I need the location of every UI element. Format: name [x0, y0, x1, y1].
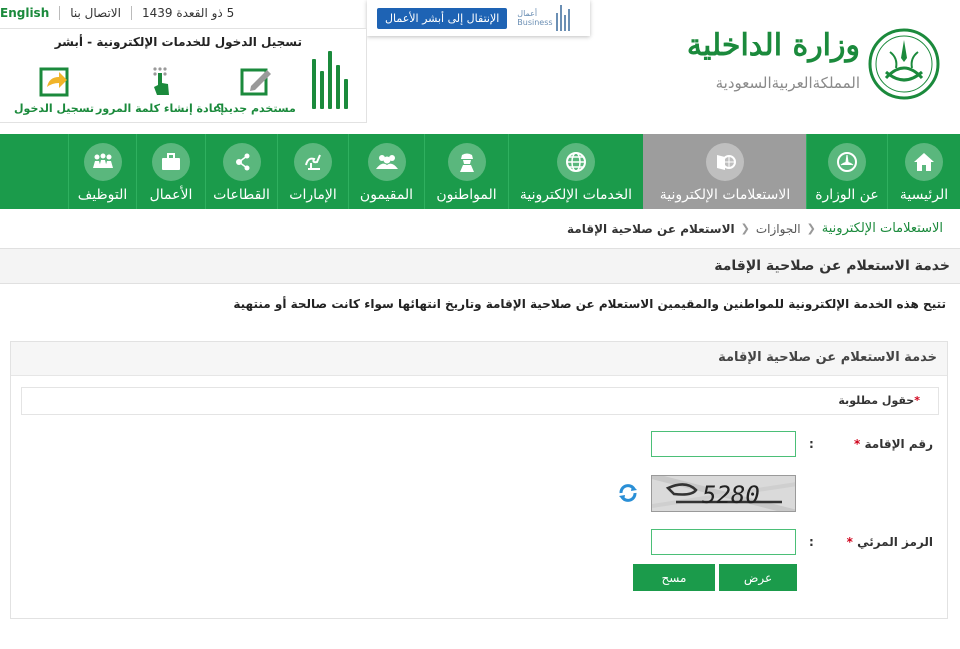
citizen-icon	[459, 153, 474, 172]
employment-icon	[92, 153, 113, 168]
language-switch-link[interactable]: English	[0, 6, 59, 20]
home-icon	[914, 153, 934, 171]
nav-item-employment[interactable]: التوظيف	[68, 134, 136, 209]
globe-icon	[566, 152, 586, 172]
label-colon: :	[809, 535, 814, 549]
login-panel-title: تسجيل الدخول للخدمات الإلكترونية - أبشر	[54, 35, 302, 49]
nav-label: عن الوزارة	[815, 187, 879, 203]
service-description: تتيح هذه الخدمة الإلكترونية للمواطنين وا…	[233, 297, 946, 311]
business-logo-ar: أعمال	[517, 9, 538, 18]
saudi-emblem-icon	[868, 28, 940, 100]
nav-item-sectors[interactable]: القطاعات	[205, 134, 277, 209]
ministry-logo[interactable]: وزارة الداخلية المملكةالعربيةالسعودية	[687, 24, 960, 110]
reset-password-label: إعادة إنشاء كلمة المرور	[96, 102, 225, 115]
iqama-number-label: رقم الإقامة *	[854, 437, 933, 451]
nav-label: الرئيسية	[899, 187, 949, 203]
breadcrumb-e-inquiries[interactable]: الاستعلامات الإلكترونية	[822, 221, 943, 236]
nav-label: الخدمات الإلكترونية	[519, 187, 633, 203]
sectors-icon	[235, 153, 249, 171]
nav-label: المقيمون	[359, 187, 414, 203]
ministry-emblem-icon	[837, 152, 857, 172]
new-user-icon	[239, 65, 273, 97]
new-user-button[interactable]: مستخدم جديد؟	[216, 65, 296, 115]
nav-label: التوظيف	[77, 187, 128, 203]
captcha-graphic: 5280	[652, 476, 795, 511]
emirates-icon	[305, 154, 321, 170]
nav-item-e-services[interactable]: الخدمات الإلكترونية	[508, 134, 643, 209]
absher-bars-icon	[555, 5, 570, 31]
nav-item-emirates[interactable]: الإمارات	[277, 134, 348, 209]
nav-item-e-inquiries[interactable]: الاستعلامات الإلكترونية	[643, 134, 806, 209]
business-logo-en: Business	[517, 18, 553, 27]
nav-item-citizens[interactable]: المواطنون	[424, 134, 508, 209]
absher-business-button[interactable]: الإنتقال إلى أبشر الأعمال	[377, 7, 508, 29]
new-user-label: مستخدم جديد؟	[216, 102, 296, 115]
breadcrumb-passports[interactable]: الجوازات	[756, 222, 801, 236]
captcha-image: 5280	[651, 475, 796, 512]
reset-password-button[interactable]: إعادة إنشاء كلمة المرور	[96, 65, 224, 115]
visual-code-label-text: الرمز المرئي	[857, 535, 933, 549]
top-bar: 5 ذو القعدة 1439 الاتصال بنا English	[0, 0, 242, 26]
hijri-date: 5 ذو القعدة 1439	[141, 6, 235, 20]
required-note-text: حقول مطلوبة	[838, 394, 915, 407]
nav-item-business[interactable]: الأعمال	[136, 134, 205, 209]
nav-label: الأعمال	[149, 187, 193, 203]
form-header: خدمة الاستعلام عن صلاحية الإقامة	[11, 342, 947, 376]
required-mark: *	[854, 437, 861, 451]
page-title: خدمة الاستعلام عن صلاحية الإقامة	[714, 258, 950, 274]
absher-business-logo: أعمال Business	[517, 5, 570, 31]
captcha-text: 5280	[702, 481, 760, 509]
visual-code-label: الرمز المرئي *	[847, 535, 933, 549]
iqama-number-input[interactable]	[651, 431, 796, 457]
breadcrumb: الاستعلامات الإلكترونية ❮ الجوازات ❮ الا…	[567, 221, 943, 236]
absher-business-box: الإنتقال إلى أبشر الأعمال أعمال Business	[367, 0, 590, 36]
service-header: خدمة الاستعلام عن صلاحية الإقامة	[0, 248, 960, 284]
iqama-label-text: رقم الإقامة	[864, 437, 933, 451]
required-mark: *	[846, 535, 853, 549]
ministry-subtitle: المملكةالعربيةالسعودية	[715, 74, 860, 92]
nav-item-home[interactable]: الرئيسية	[887, 134, 960, 209]
nav-label: الاستعلامات الإلكترونية	[659, 187, 791, 203]
nav-label: المواطنون	[436, 187, 497, 203]
briefcase-icon	[162, 153, 180, 170]
inquiry-form: خدمة الاستعلام عن صلاحية الإقامة *حقول م…	[10, 341, 948, 619]
chevron-left-icon: ❮	[740, 222, 750, 235]
absher-logo-icon	[308, 43, 352, 109]
divider	[130, 6, 132, 20]
main-navigation: الرئيسية عن الوزارة الاستعلامات الإلكترو…	[0, 134, 960, 209]
clear-button[interactable]: مسح	[633, 564, 715, 591]
refresh-captcha-icon[interactable]	[617, 482, 639, 504]
contact-link[interactable]: الاتصال بنا	[60, 6, 131, 20]
breadcrumb-current: الاستعلام عن صلاحية الإقامة	[567, 221, 735, 236]
residents-icon	[375, 155, 398, 169]
nav-item-about-ministry[interactable]: عن الوزارة	[806, 134, 887, 209]
submit-button[interactable]: عرض	[719, 564, 797, 591]
form-title: خدمة الاستعلام عن صلاحية الإقامة	[718, 350, 937, 365]
nav-label: القطاعات	[213, 187, 270, 203]
label-colon: :	[809, 437, 814, 451]
login-label: تسجيل الدخول	[14, 102, 95, 115]
required-mark: *	[914, 394, 920, 407]
divider	[59, 6, 61, 20]
visual-code-input[interactable]	[651, 529, 796, 555]
ministry-title: وزارة الداخلية	[686, 28, 860, 63]
required-fields-note: *حقول مطلوبة	[21, 387, 939, 415]
reset-password-icon	[143, 65, 177, 97]
absher-login-panel: تسجيل الدخول للخدمات الإلكترونية - أبشر …	[0, 28, 367, 123]
nav-label: الإمارات	[289, 187, 337, 203]
inquiries-icon	[717, 155, 736, 170]
nav-item-residents[interactable]: المقيمون	[348, 134, 424, 209]
chevron-left-icon: ❮	[806, 222, 816, 235]
login-button[interactable]: تسجيل الدخول	[14, 65, 94, 115]
login-icon	[37, 65, 71, 97]
